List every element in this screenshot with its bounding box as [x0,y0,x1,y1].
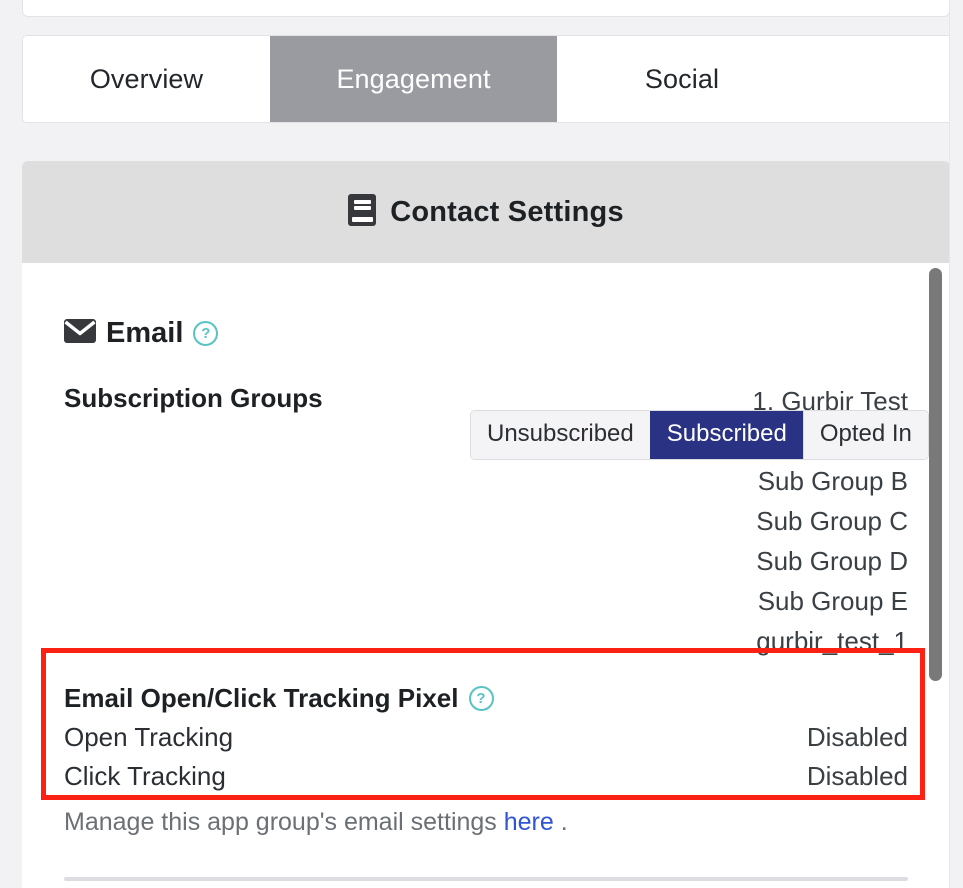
tab-overview[interactable]: Overview [23,36,270,122]
list-item: Sub Group B [757,466,908,496]
subscription-groups-label: Subscription Groups [64,383,323,413]
settings-scrollbar-track[interactable] [926,263,944,888]
email-label-group: Email ? [64,316,219,350]
manage-prefix: Manage this app group's email settings [64,808,504,836]
open-tracking-row: Open Tracking Disabled [64,722,908,753]
tab-social-label: Social [644,63,720,94]
email-settings-link[interactable]: here [504,808,554,836]
email-help-icon[interactable]: ? [193,320,219,346]
contact-settings-header: Contact Settings [22,161,950,263]
contact-settings-card: Contact Settings Email ? Subscription Gr… [22,161,950,888]
click-tracking-label: Click Tracking [64,761,226,791]
contact-settings-body: Email ? Subscription Groups 1. Gurbir Te… [22,263,950,888]
list-item: Sub Group E [757,586,908,616]
settings-scrollbar-thumb[interactable] [929,268,942,681]
previous-card-stub [22,0,950,17]
settings-scroll-content: Email ? Subscription Groups 1. Gurbir Te… [22,263,950,881]
section-divider [64,877,908,881]
email-subscription-state-group: Unsubscribed Subscribed Opted In [470,410,929,460]
tab-engagement[interactable]: Engagement [270,36,557,122]
manage-suffix: . [553,808,568,836]
email-tracking-section: Email Open/Click Tracking Pixel ? Open T… [64,671,908,792]
email-tracking-title-row: Email Open/Click Tracking Pixel ? [64,683,908,714]
status-option-unsubscribed[interactable]: Unsubscribed [471,411,650,459]
status-option-subscribed[interactable]: Subscribed [649,411,803,459]
email-label: Email [106,316,184,349]
click-tracking-value: Disabled [806,761,908,791]
email-tracking-label: Email Open/Click Tracking Pixel [64,683,459,713]
tab-engagement-label: Engagement [336,63,491,94]
settings-scroll-region: Email ? Subscription Groups 1. Gurbir Te… [22,263,950,888]
status-option-opted-in[interactable]: Opted In [802,411,928,459]
open-tracking-value: Disabled [806,722,908,752]
tab-bar: Overview Engagement Social [22,35,963,123]
address-book-icon [348,193,377,231]
app-root: Overview Engagement Social Contact Setti… [0,0,963,888]
email-section-header: Email ? [64,303,908,363]
open-tracking-label: Open Tracking [64,722,234,752]
click-tracking-row: Click Tracking Disabled [64,761,908,792]
page-scrollbar[interactable] [949,0,963,888]
list-item: Sub Group C [756,506,908,536]
page-title: Contact Settings [390,195,624,228]
tab-bar-filler [807,36,962,122]
manage-email-settings-text: Manage this app group's email settings h… [64,808,908,837]
tracking-help-icon[interactable]: ? [468,686,494,711]
list-item: Sub Group D [756,546,908,576]
list-item: gurbir_test_1 [756,626,908,656]
tab-overview-label: Overview [89,63,204,94]
tab-social[interactable]: Social [557,36,807,122]
envelope-icon [64,318,96,348]
